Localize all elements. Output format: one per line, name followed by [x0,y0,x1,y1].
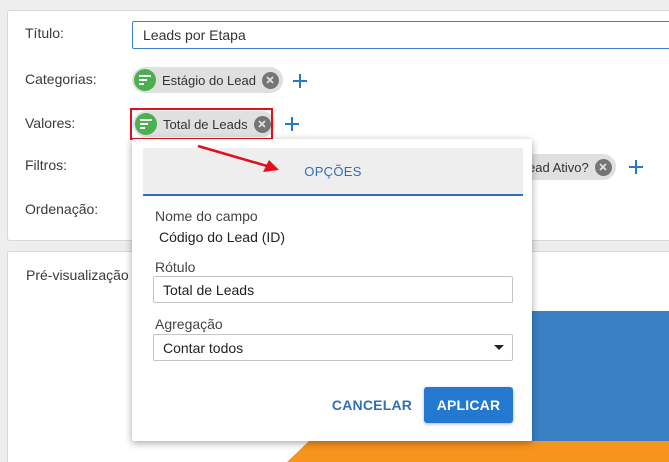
categories-chip[interactable]: Estágio do Lead [132,67,283,93]
values-label: Valores: [25,115,76,131]
label-input[interactable]: Total de Leads [153,276,513,303]
apply-button[interactable]: APLICAR [424,387,513,423]
filters-label: Filtros: [25,157,67,173]
plus-icon [285,117,299,131]
preview-title: Pré-visualização d [26,267,141,283]
preview-chart-area [287,441,669,462]
label-input-value: Total de Leads [163,281,255,298]
filters-chip[interactable]: ead Ativo? [522,154,616,180]
add-value-button[interactable] [282,114,302,134]
plus-icon [293,74,307,88]
categories-label: Categorias: [25,71,97,87]
add-filter-button[interactable] [626,157,646,177]
close-circle-icon[interactable] [261,71,279,89]
add-category-button[interactable] [290,71,310,91]
field-name-value: Código do Lead (ID) [159,229,286,245]
title-label: Título: [25,25,64,41]
cancel-button[interactable]: CANCELAR [328,387,416,423]
filter-list-icon [134,69,156,91]
plus-icon [629,160,643,174]
red-arrow-icon [197,144,279,172]
field-options-popup: OPÇÕES Nome do campo Código do Lead (ID)… [132,139,532,441]
values-highlight [130,108,273,140]
preview-chart-bar [532,311,669,462]
filters-chip-label: ead Ativo? [528,159,589,175]
aggregation-label: Agregação [155,316,223,332]
aggregation-select[interactable]: Contar todos [153,334,513,361]
field-name-label: Nome do campo [155,208,258,224]
preview-chart-edge [287,441,309,462]
aggregation-select-value: Contar todos [163,339,244,356]
close-circle-icon[interactable] [594,158,612,176]
categories-chip-label: Estágio do Lead [162,72,256,88]
caret-down-icon [494,345,504,350]
title-input[interactable] [132,21,669,49]
ordering-label: Ordenação: [25,201,99,217]
label-field-label: Rótulo [155,259,196,275]
